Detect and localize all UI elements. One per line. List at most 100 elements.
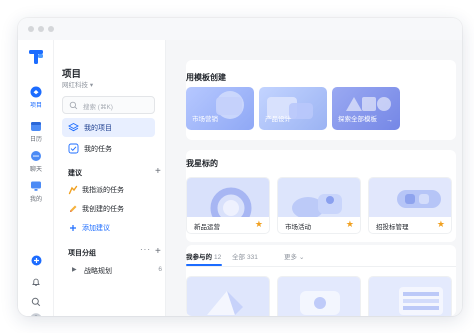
templates-panel: 用模板创建 市场营销 产品设计 探索全部模板 → <box>186 60 456 140</box>
starred-card-label: 新品运营 <box>194 224 220 231</box>
arrow-right-icon: → <box>386 117 393 124</box>
window-maximize-dot[interactable] <box>48 26 54 32</box>
starred-card-bidding[interactable]: 招投标管理 ★ <box>368 177 452 234</box>
project-icon <box>30 86 42 98</box>
nav-item-label: 我的项目 <box>84 125 112 132</box>
nav-item-my-projects[interactable]: 我的项目 <box>62 118 155 137</box>
main-content: 用模板创建 市场营销 产品设计 探索全部模板 → 我星标的 新品运营 ★ 市场活… <box>166 40 462 316</box>
project-sidebar: 项目 网红科技 ▾ 搜索 (⌘K) 我的项目 我的任务 建议 + 我指派的任务 … <box>54 40 166 316</box>
card-illustration <box>278 178 360 217</box>
template-card-product[interactable]: 产品设计 <box>259 87 327 130</box>
rail-item-label: 聊天 <box>29 167 42 173</box>
template-illustration <box>216 91 244 119</box>
tab-all[interactable]: 全部 331 <box>232 251 258 261</box>
title-bar <box>18 18 462 40</box>
search-placeholder: 搜索 (⌘K) <box>83 104 113 111</box>
pencil-icon <box>70 205 77 212</box>
avatar <box>31 313 41 316</box>
nav-item-label: 我的任务 <box>84 146 112 153</box>
app-logo-icon <box>29 50 43 64</box>
checkbox-icon <box>68 143 79 154</box>
rail-item-chat[interactable]: 聊天 <box>18 150 54 178</box>
template-card-explore-all[interactable]: 探索全部模板 → <box>332 87 400 130</box>
suggestion-label: 我创建的任务 <box>82 206 124 213</box>
chevron-down-icon: ⌄ <box>299 254 305 261</box>
project-groups-heading: 项目分组 <box>68 250 96 257</box>
rail-search[interactable] <box>18 294 54 312</box>
star-icon[interactable]: ★ <box>437 219 445 230</box>
projects-list-panel: 我参与的 12 全部 331 更多 ⌄ <box>186 245 456 316</box>
templates-title: 用模板创建 <box>186 73 226 82</box>
rail-item-label: 项目 <box>29 103 42 109</box>
calendar-icon <box>31 122 41 131</box>
tab-participating[interactable]: 我参与的 12 <box>186 251 221 261</box>
template-label: 市场营销 <box>192 116 218 123</box>
assign-icon <box>68 185 78 195</box>
rail-item-label: 我的 <box>29 197 42 203</box>
starred-panel: 我星标的 新品运营 ★ 市场活动 ★ 招投标管理 ★ <box>186 150 456 242</box>
tab-label: 全部 <box>232 254 245 261</box>
search-icon <box>69 101 78 110</box>
more-icon[interactable]: ··· <box>140 245 151 254</box>
template-label: 探索全部模板 <box>338 116 377 123</box>
app-window: 项目 日历 聊天 我的 项目 网红科技 ▾ 搜索 (⌘K) 我的项目 我的任务 … <box>18 18 462 316</box>
monitor-icon <box>31 181 41 191</box>
caret-right-icon: ▶ <box>72 267 77 273</box>
group-label: 战略规划 <box>84 268 112 275</box>
project-card[interactable] <box>186 276 270 316</box>
add-suggestion-icon[interactable]: + <box>155 167 161 177</box>
starred-card-new-product[interactable]: 新品运营 ★ <box>186 177 270 234</box>
card-illustration <box>369 277 451 316</box>
add-group-icon[interactable]: + <box>155 247 161 257</box>
tab-count: 331 <box>247 254 258 261</box>
tab-more[interactable]: 更多 ⌄ <box>284 251 304 261</box>
chevron-down-icon: ▾ <box>89 82 94 89</box>
workspace-switcher[interactable]: 网红科技 ▾ <box>62 79 93 89</box>
card-illustration <box>278 277 360 316</box>
tab-count: 12 <box>214 254 222 261</box>
group-count: 6 <box>158 266 162 273</box>
search-icon <box>31 297 41 307</box>
project-card[interactable] <box>277 276 361 316</box>
template-illustration <box>267 97 313 119</box>
tabs-divider <box>186 266 456 267</box>
template-label: 产品设计 <box>265 116 291 123</box>
starred-card-market-event[interactable]: 市场活动 ★ <box>277 177 361 234</box>
add-icon <box>31 255 41 266</box>
suggestion-label: 我指派的任务 <box>82 187 124 194</box>
rail-add[interactable] <box>18 253 54 271</box>
chat-icon <box>31 151 41 161</box>
starred-title: 我星标的 <box>186 159 218 168</box>
window-minimize-dot[interactable] <box>38 26 44 32</box>
suggestion-label: 添加建议 <box>82 225 110 232</box>
workspace-name: 网红科技 <box>62 82 88 89</box>
layers-icon <box>68 122 79 132</box>
search-input[interactable]: 搜索 (⌘K) <box>62 96 155 114</box>
sidebar-title: 项目 <box>62 69 82 80</box>
suggestions-heading: 建议 <box>68 170 82 177</box>
star-icon[interactable]: ★ <box>255 219 263 230</box>
rail-item-calendar[interactable]: 日历 <box>18 120 54 148</box>
bell-icon <box>32 278 40 287</box>
left-rail: 项目 日历 聊天 我的 <box>18 40 54 316</box>
rail-notifications[interactable] <box>18 274 54 292</box>
tab-label: 我参与的 <box>186 254 212 261</box>
template-card-marketing[interactable]: 市场营销 <box>186 87 254 130</box>
plus-icon <box>70 225 76 231</box>
rail-item-label: 日历 <box>29 137 42 143</box>
project-tabs: 我参与的 12 全部 331 更多 ⌄ <box>186 245 456 267</box>
starred-card-label: 招投标管理 <box>376 224 409 231</box>
card-illustration <box>187 277 269 316</box>
card-illustration <box>369 178 451 217</box>
card-illustration <box>187 178 269 217</box>
rail-avatar[interactable] <box>18 312 54 316</box>
project-card[interactable] <box>368 276 452 316</box>
rail-item-project[interactable]: 项目 <box>18 86 54 114</box>
star-icon[interactable]: ★ <box>346 219 354 230</box>
starred-card-label: 市场活动 <box>285 224 311 231</box>
nav-item-my-tasks[interactable]: 我的任务 <box>62 139 155 158</box>
rail-item-mine[interactable]: 我的 <box>18 180 54 208</box>
tab-label: 更多 <box>284 254 297 261</box>
group-row[interactable]: ▶ 战略规划 6 <box>72 264 162 278</box>
window-close-dot[interactable] <box>28 26 34 32</box>
